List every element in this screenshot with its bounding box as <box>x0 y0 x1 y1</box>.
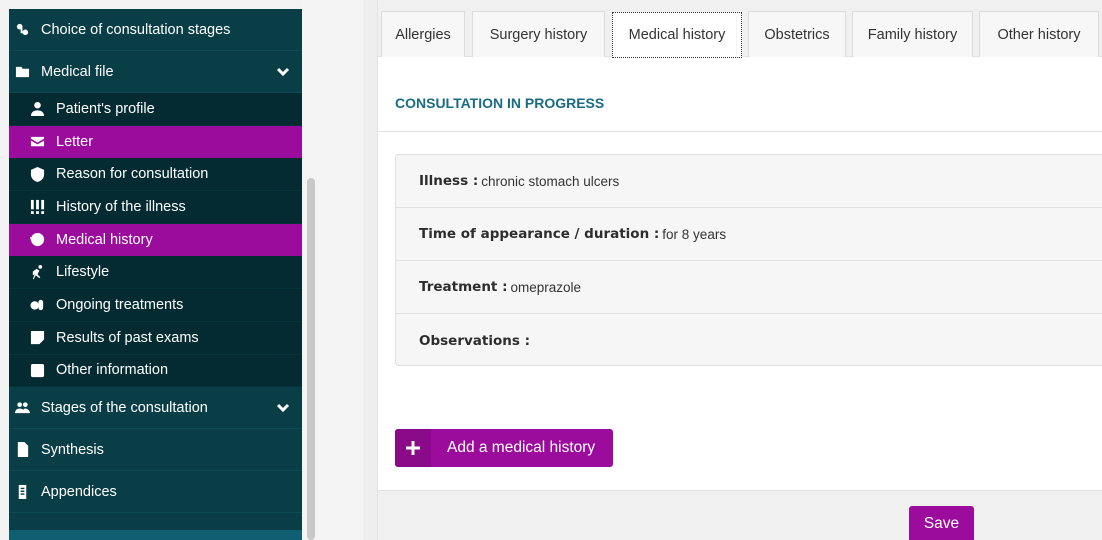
sidebar-item-choice-of-stages[interactable]: Choice of consultation stages <box>9 9 302 51</box>
sidebar-bottom-bar <box>9 530 302 540</box>
chevron-down-icon[interactable] <box>276 401 290 415</box>
exclamation-triple-icon <box>28 198 46 216</box>
divider <box>378 131 1102 132</box>
sidebar-item-label: History of the illness <box>56 198 186 215</box>
tab-medical-history[interactable]: Medical history <box>612 12 742 58</box>
content-panel: Allergies Surgery history Medical histor… <box>377 0 1102 540</box>
detail-value: for 8 years <box>662 226 727 242</box>
pills-icon <box>28 296 46 314</box>
footer-bar: Save <box>378 490 1102 540</box>
file-icon <box>13 441 31 459</box>
sidebar-item-medical-history[interactable]: Medical history <box>9 223 302 257</box>
sidebar-scrollbar[interactable] <box>307 178 315 540</box>
detail-row-treatment: Treatment : omeprazole <box>396 261 1102 314</box>
sidebar-item-label: Letter <box>56 133 94 150</box>
sidebar-item-label: Choice of consultation stages <box>41 21 231 38</box>
tab-label: Medical history <box>628 27 726 43</box>
medical-history-details: Illness : chronic stomach ulcers Time of… <box>395 154 1102 366</box>
sidebar-item-label: Ongoing treatments <box>56 296 184 313</box>
detail-row-duration: Time of appearance / duration : for 8 ye… <box>396 208 1102 261</box>
detail-key: Illness : <box>419 173 479 189</box>
sidebar-item-label: Reason for consultation <box>56 166 209 183</box>
tab-allergies[interactable]: Allergies <box>381 11 465 57</box>
tab-label: Surgery history <box>489 26 588 43</box>
main-area: Allergies Surgery history Medical histor… <box>363 0 1102 540</box>
square-icon <box>28 361 46 379</box>
sidebar-item-history-illness[interactable]: History of the illness <box>9 191 302 224</box>
detail-key: Observations : <box>419 332 530 349</box>
tab-label: Allergies <box>395 26 451 43</box>
tab-label: Family history <box>867 26 958 43</box>
folder-medical-icon <box>13 63 31 81</box>
envelope-icon <box>28 133 46 151</box>
sidebar-item-label: Lifestyle <box>56 264 110 281</box>
sidebar-item-other-information[interactable]: Other information <box>9 354 302 388</box>
sidebar-item-ongoing-treatments[interactable]: Ongoing treatments <box>9 289 302 322</box>
sidebar-item-appendices[interactable]: Appendices <box>9 471 302 514</box>
tab-label: Obstetrics <box>764 26 830 43</box>
save-button[interactable]: Save <box>909 506 974 540</box>
report-icon <box>28 329 46 347</box>
sidebar-item-label: Appendices <box>41 483 117 500</box>
add-medical-history-button[interactable]: Add a medical history <box>395 429 613 467</box>
sidebar-item-label: Medical file <box>41 63 114 80</box>
history-icon <box>28 231 46 249</box>
sidebar-item-medical-file[interactable]: Medical file <box>9 51 302 93</box>
sidebar-item-reason[interactable]: Reason for consultation <box>9 158 302 192</box>
chevron-down-icon[interactable] <box>276 65 290 79</box>
sidebar-item-letter[interactable]: Letter <box>9 125 302 159</box>
detail-key: Time of appearance / duration : <box>419 226 660 242</box>
tab-obstetrics[interactable]: Obstetrics <box>748 11 846 57</box>
users-icon <box>13 399 31 417</box>
tab-other-history[interactable]: Other history <box>979 11 1099 57</box>
shield-question-icon <box>28 165 46 183</box>
sidebar-item-label: Synthesis <box>41 441 104 458</box>
detail-row-observations: Observations : <box>396 314 1102 367</box>
sidebar-item-label: Medical history <box>56 231 153 248</box>
sidebar-item-label: Results of past exams <box>56 329 199 346</box>
sidebar-item-patient-profile[interactable]: Patient's profile <box>9 93 302 126</box>
section-title: CONSULTATION IN PROGRESS <box>395 95 605 111</box>
sidebar-item-synthesis[interactable]: Synthesis <box>9 429 302 472</box>
tab-family-history[interactable]: Family history <box>852 11 973 57</box>
tab-surgery-history[interactable]: Surgery history <box>472 11 605 57</box>
user-icon <box>28 100 46 118</box>
stethoscope-icon <box>13 21 31 39</box>
sidebar-item-label: Patient's profile <box>56 100 155 117</box>
sidebar-item-stages-consultation[interactable]: Stages of the consultation <box>9 387 302 430</box>
tab-bar: Allergies Surgery history Medical histor… <box>378 0 1102 58</box>
detail-value: omeprazole <box>510 279 582 295</box>
clipboard-icon <box>13 483 31 501</box>
detail-value: chronic stomach ulcers <box>481 173 620 189</box>
plus-icon <box>395 429 431 467</box>
sidebar-item-lifestyle[interactable]: Lifestyle <box>9 256 302 290</box>
detail-row-illness: Illness : chronic stomach ulcers <box>396 155 1102 208</box>
sidebar-item-label: Other information <box>56 362 169 379</box>
running-icon <box>28 263 46 281</box>
add-button-label: Add a medical history <box>447 439 596 456</box>
sidebar-item-label: Stages of the consultation <box>41 399 208 416</box>
detail-key: Treatment : <box>419 279 508 295</box>
tab-label: Other history <box>997 26 1081 43</box>
sidebar-menu: Choice of consultation stages Medical fi… <box>9 9 302 540</box>
sidebar-item-past-exams[interactable]: Results of past exams <box>9 321 302 355</box>
